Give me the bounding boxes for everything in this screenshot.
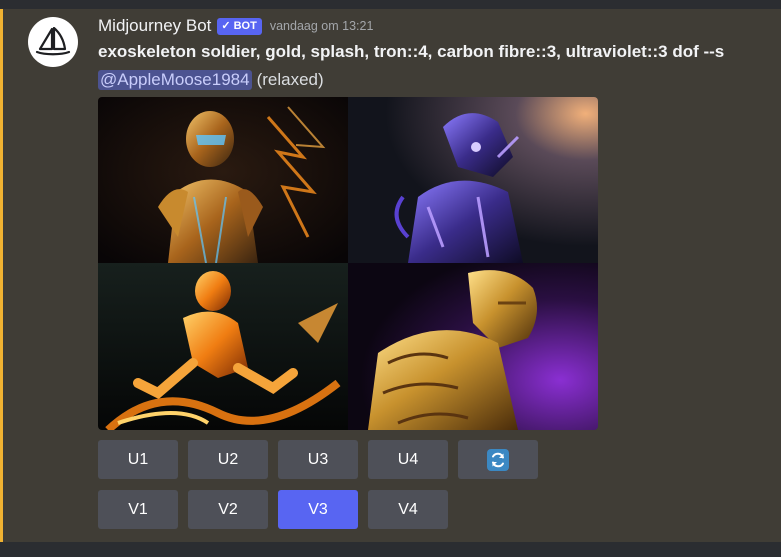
variation-button-3[interactable]: V3	[278, 490, 358, 529]
mention-highlight-bar	[0, 9, 3, 542]
variation-button-1[interactable]: V1	[98, 490, 178, 529]
gold-armor-purple-backdrop-image	[348, 263, 598, 430]
upscale-button-4[interactable]: U4	[368, 440, 448, 479]
upscale-button-2[interactable]: U2	[188, 440, 268, 479]
upscale-button-1[interactable]: U1	[98, 440, 178, 479]
grid-image-3[interactable]	[98, 263, 348, 430]
golden-splash-fighter-image	[98, 263, 348, 430]
prompt-text: exoskeleton soldier, gold, splash, tron:…	[98, 42, 725, 61]
verified-check-icon: ✓	[221, 19, 231, 32]
user-mention[interactable]: @AppleMoose1984	[98, 70, 252, 90]
channel-top-strip	[0, 0, 781, 9]
message-header: Midjourney Bot ✓ BOT vandaag om 13:21	[98, 15, 373, 37]
message-timestamp[interactable]: vandaag om 13:21	[270, 19, 374, 33]
purple-glowing-armored-figure-image	[348, 97, 598, 263]
variation-button-2[interactable]: V2	[188, 490, 268, 529]
sailboat-logo-icon	[35, 27, 71, 56]
grid-image-2[interactable]	[348, 97, 598, 263]
bot-badge: ✓ BOT	[217, 17, 262, 35]
grid-image-4[interactable]	[348, 263, 598, 430]
reroll-button[interactable]	[458, 440, 538, 479]
bot-message: Midjourney Bot ✓ BOT vandaag om 13:21 ex…	[0, 9, 781, 542]
gold-armored-robot-image	[98, 97, 348, 263]
author-name[interactable]: Midjourney Bot	[98, 16, 211, 36]
generation-mode: (relaxed)	[256, 70, 324, 89]
variation-button-4[interactable]: V4	[368, 490, 448, 529]
channel-bottom-strip	[0, 542, 781, 557]
bot-badge-label: BOT	[233, 19, 257, 32]
upscale-button-3[interactable]: U3	[278, 440, 358, 479]
grid-image-1[interactable]	[98, 97, 348, 263]
mention-line: @AppleMoose1984 (relaxed)	[98, 68, 324, 92]
image-grid[interactable]	[98, 97, 598, 430]
bot-avatar[interactable]	[28, 17, 78, 67]
refresh-icon	[487, 448, 509, 471]
